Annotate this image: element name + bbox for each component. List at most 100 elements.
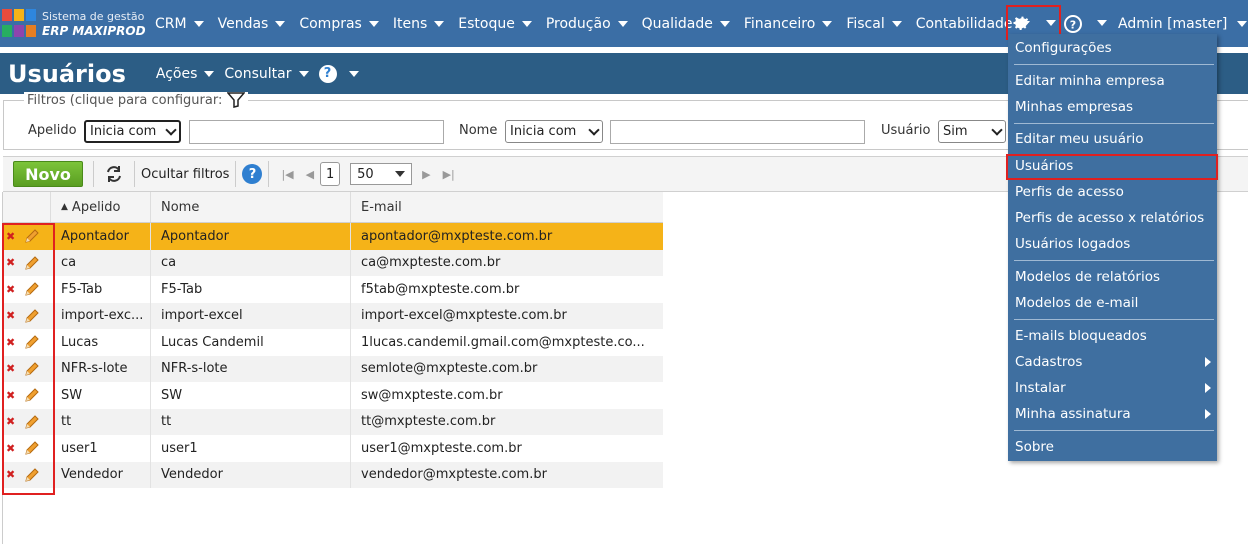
toolbar-divider [93,161,94,187]
logo-line1: Sistema de gestão [42,9,145,23]
nav-fiscal-label: Fiscal [846,15,885,32]
column-apelido[interactable]: ▲ Apelido [51,192,151,222]
menu-item-instalar[interactable]: Instalar [1015,377,1211,399]
consult-label: Consultar [224,65,292,82]
cell-nome: Vendedor [151,461,351,488]
chevron-right-icon [1205,357,1211,367]
cell-email: user1@mxpteste.com.br [361,440,522,456]
nav-producao-label: Produção [545,15,611,32]
last-page-icon[interactable]: ▶| [443,168,455,181]
new-button[interactable]: Novo [13,161,83,187]
chevron-down-icon [298,70,309,77]
table-row[interactable]: ✖ Lucas Lucas Candemil 1lucas.candemil.gmai… [3,329,663,356]
filter-apelido-mode[interactable]: Inicia com [84,120,181,143]
nav-producao[interactable]: Produção [539,0,635,47]
menu-item-label: Modelos de relatórios [1015,269,1161,285]
cell-apelido: Apontador [51,223,151,250]
table-row[interactable]: ✖ F5-Tab F5-Tab f5tab@mxpteste.com.br [3,276,663,303]
nav-qualidade[interactable]: Qualidade [635,0,737,47]
consult-menu[interactable]: Consultar [224,65,309,82]
chevron-down-icon [719,20,730,27]
nav-crm[interactable]: CRM [148,0,211,47]
menu-item-minha-assinatura[interactable]: Minha assinatura [1015,403,1211,425]
cell-email: vendedor@mxpteste.com.br [361,467,547,483]
column-email[interactable]: E-mail [351,192,663,222]
menu-item-perfis-relatorios[interactable]: Perfis de acesso x relatórios [1015,207,1211,229]
grid-body: ✖ Apontador Apontador apontador@mxpteste.co… [3,223,663,488]
table-row[interactable]: ✖ ca ca ca@mxpteste.com.br [3,249,663,276]
table-row[interactable]: ✖ tt tt tt@mxpteste.com.br [3,408,663,435]
page-number-input[interactable]: 1 [320,162,341,186]
toolbar-divider [134,161,135,187]
page-size-value: 50 [357,166,374,182]
menu-divider [1014,430,1214,431]
filter-nome-input[interactable] [610,120,865,144]
nav-financeiro[interactable]: Financeiro [737,0,839,47]
menu-divider [1014,319,1214,320]
menu-item-minhas-empresas[interactable]: Minhas empresas [1015,96,1211,118]
cell-nome: user1 [151,435,351,462]
cell-email: apontador@mxpteste.com.br [361,228,553,244]
table-row[interactable]: ✖ SW SW sw@mxpteste.com.br [3,382,663,409]
menu-item-perfis-de-acesso[interactable]: Perfis de acesso [1015,181,1211,203]
filter-nome-mode[interactable]: Inicia com [505,120,603,143]
page-help-button[interactable]: ? [318,64,359,83]
cell-apelido: tt [51,408,151,435]
menu-item-modelos-relatorios[interactable]: Modelos de relatórios [1015,266,1211,288]
grid-header: ▲ Apelido Nome E-mail [3,192,663,223]
table-row[interactable]: ✖ NFR-s-lote NFR-s-lote semlote@mxpteste.co… [3,355,663,382]
nav-compras[interactable]: Compras [292,0,386,47]
prev-page-icon[interactable]: ◀ [306,168,314,181]
app-logo[interactable]: Sistema de gestão ERP MAXIPROD [0,0,148,47]
actions-menu[interactable]: Ações [156,66,215,82]
menu-item-label: Modelos de e-mail [1015,295,1139,311]
menu-item-emails-bloqueados[interactable]: E-mails bloqueados [1015,325,1211,347]
menu-item-modelos-email[interactable]: Modelos de e-mail [1015,292,1211,314]
menu-item-label: Instalar [1015,380,1066,396]
cell-nome: SW [151,382,351,409]
column-email-label: E-mail [361,199,402,215]
nav-qualidade-label: Qualidade [641,15,713,32]
page-size-select[interactable]: 50 [350,163,413,185]
menu-divider [1014,64,1214,65]
menu-item-cadastros[interactable]: Cadastros [1015,351,1211,373]
chevron-down-icon [822,20,833,27]
help-icon: ? [318,64,337,83]
nav-estoque[interactable]: Estoque [451,0,539,47]
menu-item-label: Perfis de acesso [1015,184,1124,200]
nav-fiscal[interactable]: Fiscal [839,0,908,47]
actions-label: Ações [155,65,198,82]
chevron-right-icon [1205,383,1211,393]
first-page-icon[interactable]: |◀ [281,168,293,181]
table-row[interactable]: ✖ import-exc... import-excel import-excel@m… [3,302,663,329]
table-row[interactable]: ✖ Apontador Apontador apontador@mxpteste.co… [3,223,663,250]
filter-apelido-input[interactable] [189,120,444,144]
table-row[interactable]: ✖ user1 user1 user1@mxpteste.com.br [3,435,663,462]
table-row[interactable]: ✖ Vendedor Vendedor vendedor@mxpteste.com.b… [3,461,663,488]
help-icon[interactable]: ? [242,164,263,184]
menu-item-sobre[interactable]: Sobre [1015,436,1211,458]
menu-item-usuarios-logados[interactable]: Usuários logados [1015,233,1211,255]
filters-legend[interactable]: Filtros (clique para configurar: [24,92,249,108]
nav-vendas[interactable]: Vendas [211,0,293,47]
refresh-icon[interactable] [104,165,124,183]
cell-apelido: F5-Tab [51,276,151,303]
filter-apelido-label: Apelido [28,123,77,138]
menu-item-label: E-mails bloqueados [1015,328,1147,344]
sort-asc-icon: ▲ [61,202,68,212]
menu-item-label: Editar minha empresa [1015,73,1165,89]
hide-filters-button[interactable]: Ocultar filtros [141,167,229,182]
menu-item-configuracoes[interactable]: Configurações [1015,37,1211,59]
cell-apelido: import-exc... [51,302,151,329]
menu-item-editar-meu-usuario[interactable]: Editar meu usuário [1015,128,1211,150]
nav-itens[interactable]: Itens [386,0,451,47]
column-nome[interactable]: Nome [151,192,351,222]
svg-text:?: ? [1070,19,1076,32]
cell-apelido: ca [51,249,151,276]
chevron-down-icon [588,123,600,136]
cell-nome: import-excel [151,302,351,329]
chevron-down-icon [368,20,379,27]
next-page-icon[interactable]: ▶ [422,168,430,181]
filter-usuario-select[interactable]: Sim [938,120,1006,143]
menu-item-editar-minha-empresa[interactable]: Editar minha empresa [1015,70,1211,92]
